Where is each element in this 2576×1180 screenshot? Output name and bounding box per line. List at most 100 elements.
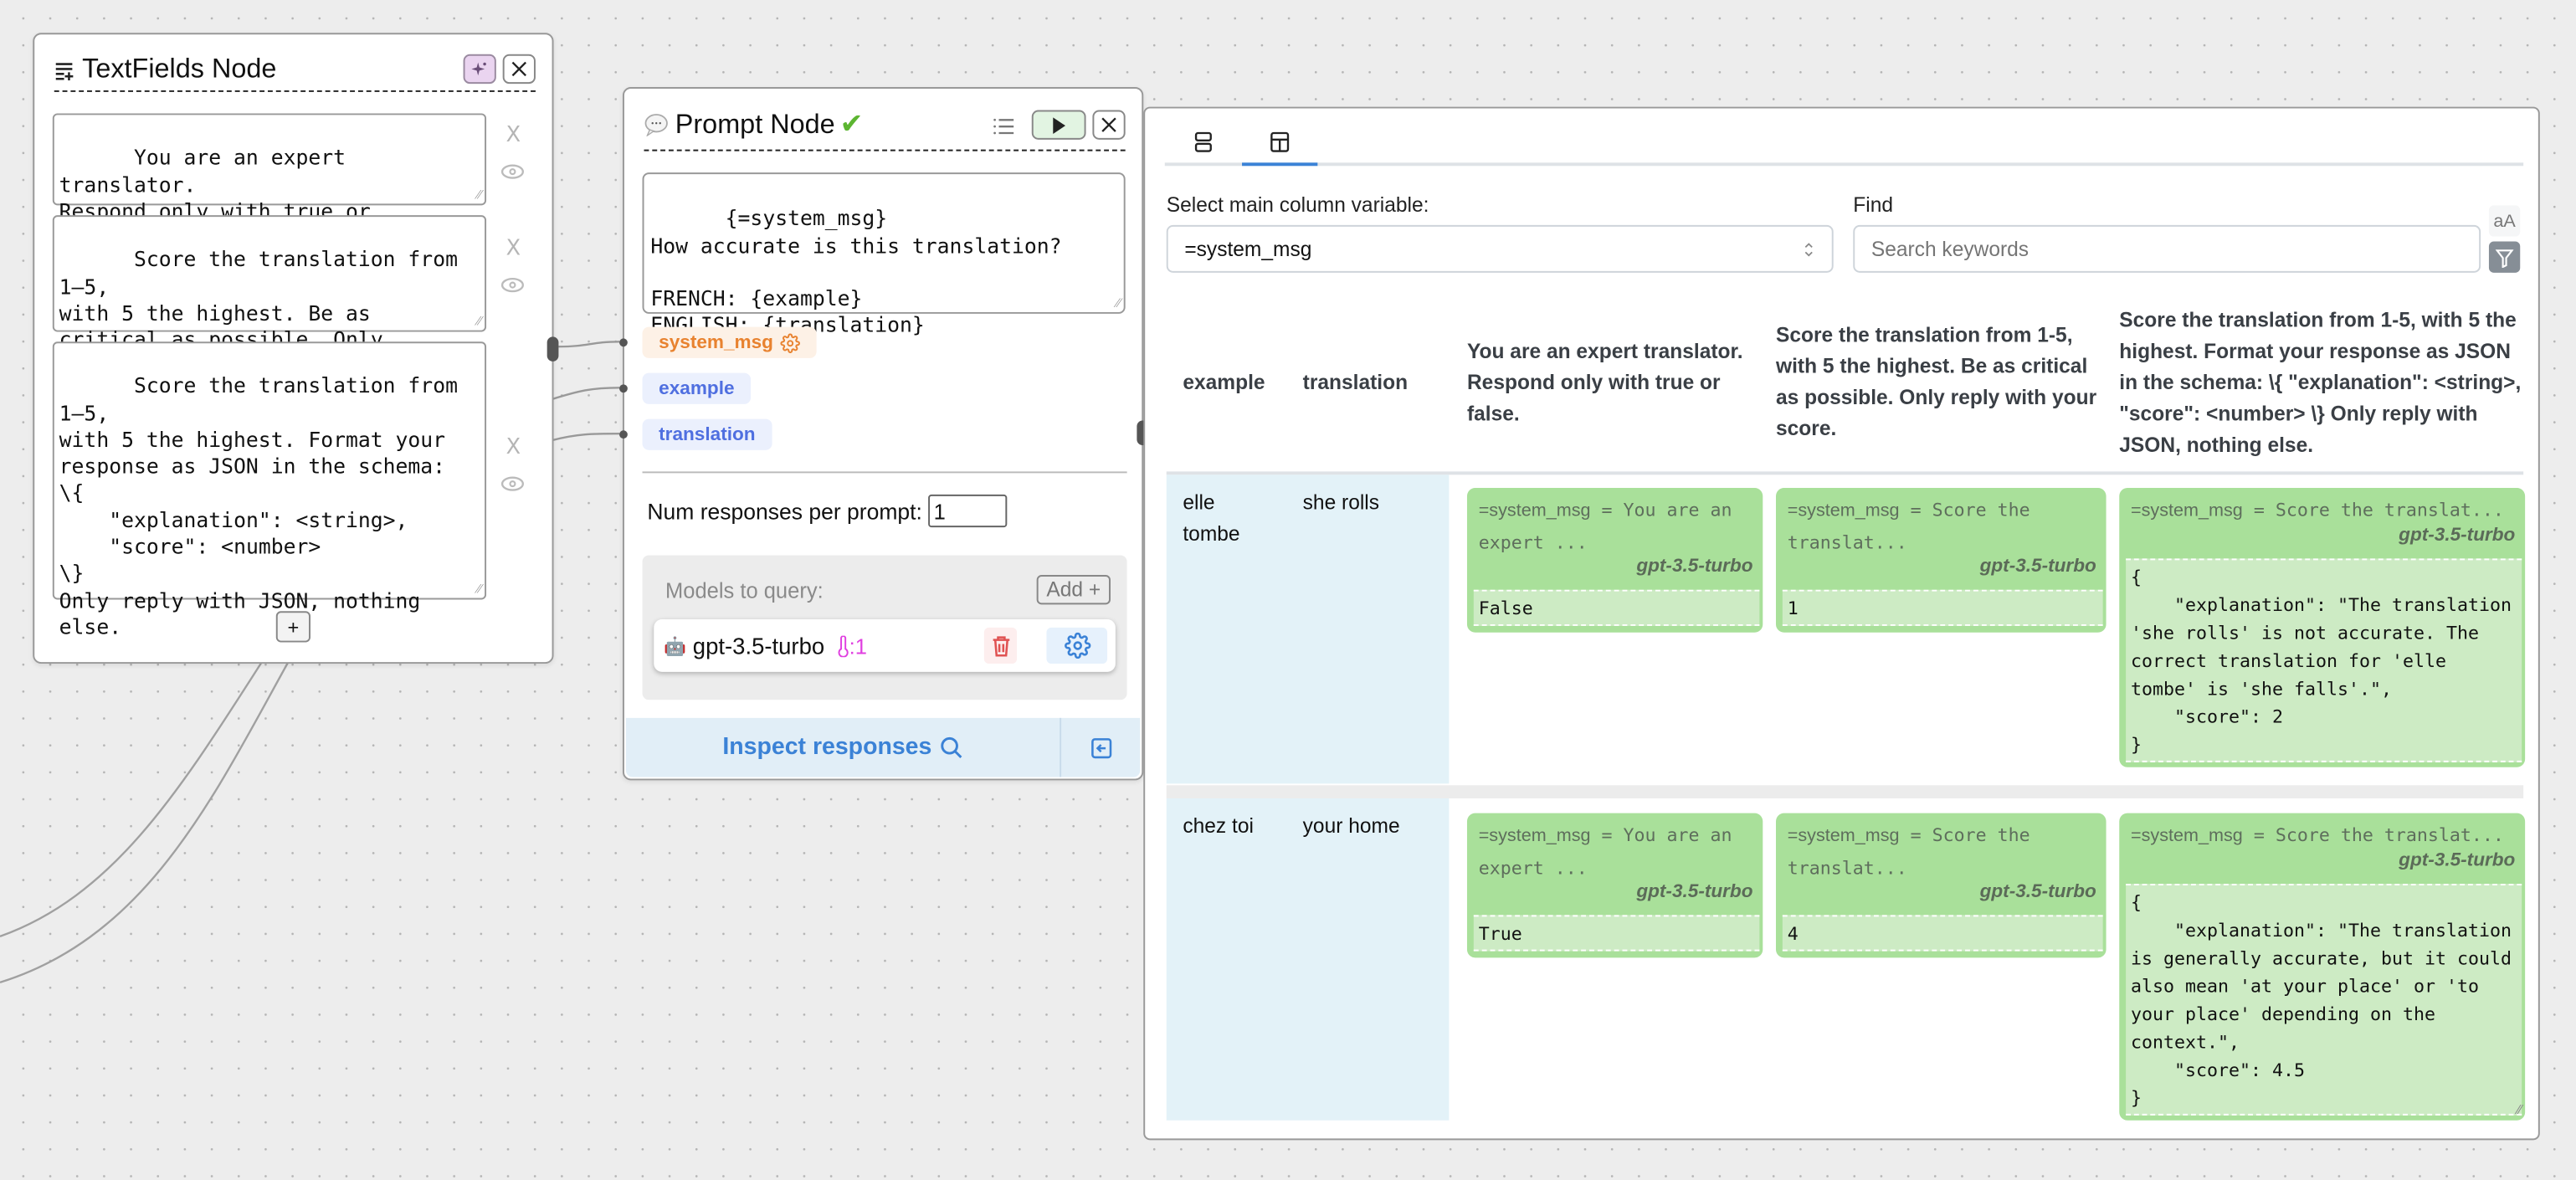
prompt-textarea[interactable]: {=system_msg} How accurate is this trans…: [642, 172, 1126, 337]
prompt-node[interactable]: Prompt Node ✔ {=system_msg} How accurate…: [619, 87, 1149, 781]
status-check-icon: ✔: [839, 108, 864, 140]
ai-generate-button[interactable]: [463, 54, 496, 85]
gear-icon[interactable]: [779, 332, 800, 353]
temperature-value: :1: [849, 633, 867, 659]
edge-translation[interactable]: [552, 433, 620, 442]
inspect-responses-button[interactable]: Inspect responses: [626, 718, 1060, 777]
remove-model-button[interactable]: [983, 627, 1018, 664]
remove-field-2-button[interactable]: X: [506, 237, 521, 261]
response-text: { "explanation": "The translation 'she r…: [2126, 558, 2522, 762]
list-settings-button[interactable]: [993, 115, 1015, 135]
edge-system-msg[interactable]: [558, 341, 620, 348]
models-label: Models to query:: [665, 577, 824, 603]
model-name: gpt-3.5-turbo: [692, 632, 825, 659]
flow-canvas[interactable]: TextFields Node You are an expert transl…: [0, 0, 2576, 1180]
sparkle-icon: [471, 62, 486, 76]
robot-icon: 🤖: [664, 636, 686, 657]
num-responses-row: Num responses per prompt: 1: [647, 494, 1008, 528]
var-chip-example[interactable]: example: [642, 372, 752, 404]
add-model-button[interactable]: Add +: [1036, 575, 1111, 605]
resize-handle[interactable]: ⁄⁄: [477, 582, 481, 597]
textfields-node[interactable]: TextFields Node You are an expert transl…: [33, 33, 559, 664]
cell-translation: she rolls: [1302, 490, 1380, 515]
response-card[interactable]: =system_msg = You are an expert ... gpt-…: [1466, 488, 1763, 633]
row-2-vars-bg: [1166, 798, 1450, 1121]
active-tab-indicator: [1242, 162, 1318, 167]
arrow-left-box-icon: [1090, 737, 1111, 758]
column-header-response-1[interactable]: You are an expert translator. Respond on…: [1467, 336, 1755, 430]
row-separator: [1166, 785, 2524, 799]
input-handle-system-msg[interactable]: [619, 338, 628, 347]
model-item[interactable]: 🤖 gpt-3.5-turbo :1: [654, 619, 1116, 672]
response-card[interactable]: =system_msg = Score the translat... gpt-…: [2119, 488, 2526, 767]
response-var-label: =system_msg = You are an expert ...: [1478, 824, 1732, 880]
response-model: gpt-3.5-turbo: [1636, 882, 1753, 902]
var-chip-translation[interactable]: translation: [642, 418, 772, 450]
text-field-3[interactable]: Score the translation from 1–5, with 5 t…: [52, 341, 487, 639]
tab-list-view[interactable]: [1181, 121, 1224, 161]
input-handle-example[interactable]: [619, 384, 628, 393]
tabs-divider: [1164, 162, 2524, 167]
collapse-inspector-button[interactable]: [1061, 718, 1140, 777]
response-model: gpt-3.5-turbo: [2399, 526, 2516, 546]
response-text: 1: [1782, 589, 2103, 626]
var-chip-system-msg[interactable]: system_msg: [642, 326, 816, 358]
prompt-node-header[interactable]: Prompt Node ✔: [644, 100, 1126, 151]
remove-field-1-button[interactable]: X: [506, 123, 521, 147]
input-handle-translation[interactable]: [619, 430, 628, 439]
response-card[interactable]: =system_msg = Score the translat... gpt-…: [2119, 813, 2526, 1121]
cell-translation: your home: [1302, 814, 1400, 839]
filter-toggle[interactable]: [2488, 241, 2521, 273]
text-field-2[interactable]: Score the translation from 1–5, with 5 t…: [52, 215, 487, 378]
response-var-label: =system_msg = You are an expert ...: [1478, 499, 1732, 554]
response-text: { "explanation": "The translation is gen…: [2126, 884, 2522, 1116]
response-model: gpt-3.5-turbo: [2399, 850, 2516, 871]
response-text: True: [1473, 915, 1760, 952]
divider: [642, 471, 1127, 474]
edge-offscreen-1[interactable]: [0, 659, 264, 938]
text-field-1[interactable]: You are an expert translator. Respond on…: [52, 113, 487, 250]
close-node-button[interactable]: [502, 54, 536, 85]
close-icon: [511, 61, 526, 77]
models-panel: Models to query: Add + 🤖 gpt-3.5-turbo :…: [642, 555, 1127, 700]
chevron-updown-icon: [1804, 242, 1813, 256]
resize-handle[interactable]: ⁄⁄: [477, 315, 481, 329]
add-field-button[interactable]: +: [275, 611, 311, 643]
response-var-label: =system_msg = Score the translat...: [1787, 824, 2030, 880]
model-settings-button[interactable]: [1046, 627, 1108, 664]
response-model: gpt-3.5-turbo: [1636, 557, 1753, 577]
textfields-node-header[interactable]: TextFields Node: [54, 48, 536, 92]
resize-handle[interactable]: ⁄⁄: [477, 188, 481, 203]
case-sensitive-toggle[interactable]: aA: [2488, 205, 2521, 237]
run-button[interactable]: [1031, 110, 1086, 140]
eye-icon[interactable]: [500, 476, 525, 491]
eye-icon[interactable]: [500, 164, 525, 179]
remove-field-3-button[interactable]: X: [506, 435, 521, 459]
response-text: 4: [1782, 915, 2103, 952]
edge-example[interactable]: [552, 387, 620, 401]
column-header-response-2[interactable]: Score the translation from 1-5, with 5 t…: [1776, 321, 2101, 445]
thermometer-icon: [838, 634, 849, 657]
search-input[interactable]: [1853, 224, 2481, 273]
column-header-example[interactable]: example: [1183, 368, 1265, 399]
main-column-select[interactable]: =system_msg: [1166, 224, 1834, 273]
response-inspector: Select main column variable: =system_msg…: [1143, 106, 2540, 1141]
output-handle[interactable]: [547, 336, 559, 362]
edge-offscreen-2[interactable]: [0, 659, 290, 983]
search-icon: [941, 736, 962, 758]
resize-handle[interactable]: ⁄⁄: [2517, 1103, 2522, 1117]
close-node-button[interactable]: [1092, 110, 1126, 140]
response-card[interactable]: =system_msg = You are an expert ... gpt-…: [1466, 813, 1763, 958]
response-model: gpt-3.5-turbo: [1979, 882, 2096, 902]
response-card[interactable]: =system_msg = Score the translat... gpt-…: [1776, 488, 2106, 633]
column-header-translation[interactable]: translation: [1303, 368, 1408, 399]
eye-icon[interactable]: [500, 277, 525, 293]
node-title: Prompt Node: [675, 109, 835, 139]
table-icon: [1270, 131, 1290, 151]
tab-table-view[interactable]: [1259, 121, 1301, 161]
column-header-response-3[interactable]: Score the translation from 1-5, with 5 t…: [2119, 305, 2522, 461]
cell-example: chez toi: [1183, 814, 1254, 839]
resize-handle[interactable]: ⁄⁄: [1116, 296, 1121, 310]
num-responses-input[interactable]: 1: [928, 494, 1008, 528]
response-card[interactable]: =system_msg = Score the translat... gpt-…: [1776, 813, 2106, 958]
